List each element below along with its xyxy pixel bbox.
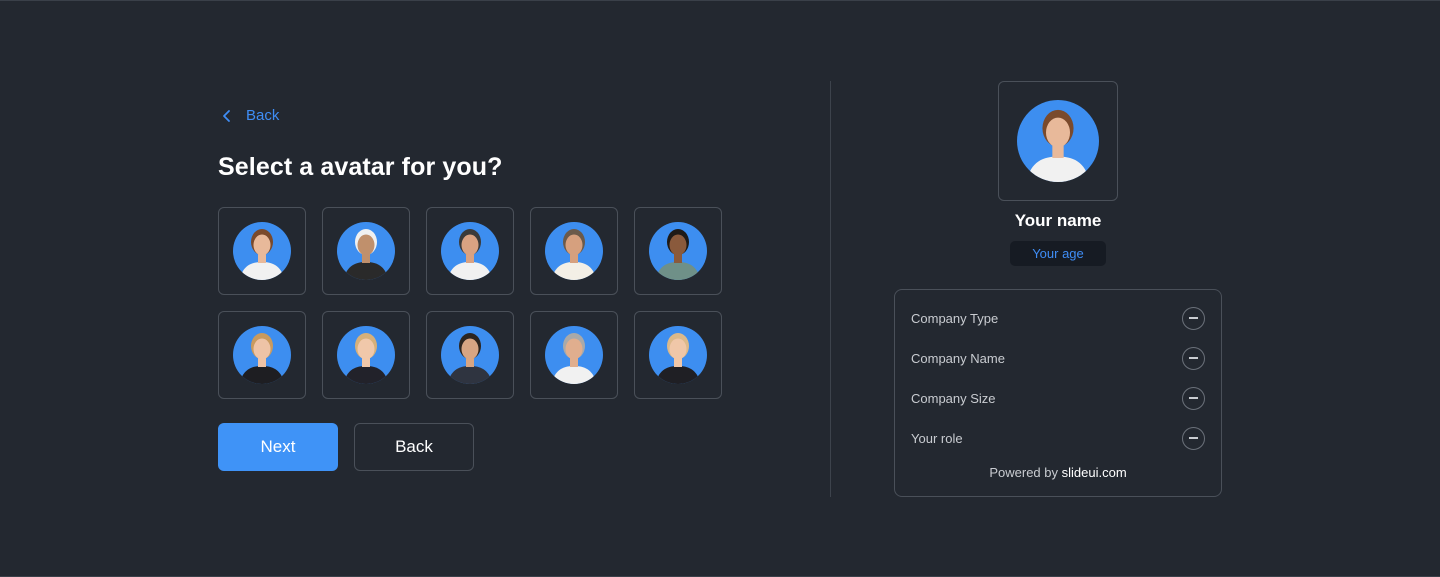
avatar-image [545,326,603,384]
next-button[interactable]: Next [218,423,338,471]
field-row-company-name: Company Name [911,346,1205,370]
field-label: Company Name [911,350,1005,366]
chevron-left-icon [223,109,230,122]
field-row-your-role: Your role [911,426,1205,450]
field-label: Company Type [911,310,999,326]
avatar-option[interactable] [426,311,514,399]
powered-by-prefix: Powered by [989,465,1058,480]
avatar-image [649,222,707,280]
selected-avatar-image [1017,100,1099,182]
avatar-option[interactable] [634,207,722,295]
avatar-option[interactable] [218,311,306,399]
field-label: Your role [911,430,963,446]
avatar-grid [218,207,722,399]
avatar-image [649,326,707,384]
remove-field-button[interactable] [1182,346,1205,370]
powered-by: Powered by slideui.com [895,465,1221,480]
avatar-image [337,326,395,384]
back-link[interactable]: Back [220,107,279,124]
minus-icon [1189,357,1198,359]
profile-age-badge: Your age [1010,241,1106,266]
profile-details-card: Company Type Company Name Company Size Y… [894,289,1222,497]
app-frame: Back Select a avatar for you? Next Back … [0,0,1440,577]
avatar-option[interactable] [426,207,514,295]
avatar-option[interactable] [322,207,410,295]
avatar-image [233,326,291,384]
profile-name: Your name [1014,211,1102,230]
remove-field-button[interactable] [1182,426,1205,450]
avatar-image [337,222,395,280]
minus-icon [1189,317,1198,319]
field-row-company-type: Company Type [911,306,1205,330]
page-title: Select a avatar for you? [218,153,503,181]
minus-icon [1189,397,1198,399]
field-label: Company Size [911,390,996,406]
avatar-option[interactable] [530,311,618,399]
minus-icon [1189,437,1198,439]
powered-by-brand[interactable]: slideui.com [1062,465,1127,480]
field-row-company-size: Company Size [911,386,1205,410]
avatar-option[interactable] [634,311,722,399]
avatar-option[interactable] [322,311,410,399]
avatar-image [441,222,499,280]
panel-divider [830,81,831,497]
avatar-image [441,326,499,384]
avatar-option[interactable] [218,207,306,295]
remove-field-button[interactable] [1182,306,1205,330]
remove-field-button[interactable] [1182,386,1205,410]
back-button[interactable]: Back [354,423,474,471]
avatar-image [545,222,603,280]
avatar-image [233,222,291,280]
avatar-option[interactable] [530,207,618,295]
selected-avatar-preview [998,81,1118,201]
back-link-label: Back [246,107,280,124]
